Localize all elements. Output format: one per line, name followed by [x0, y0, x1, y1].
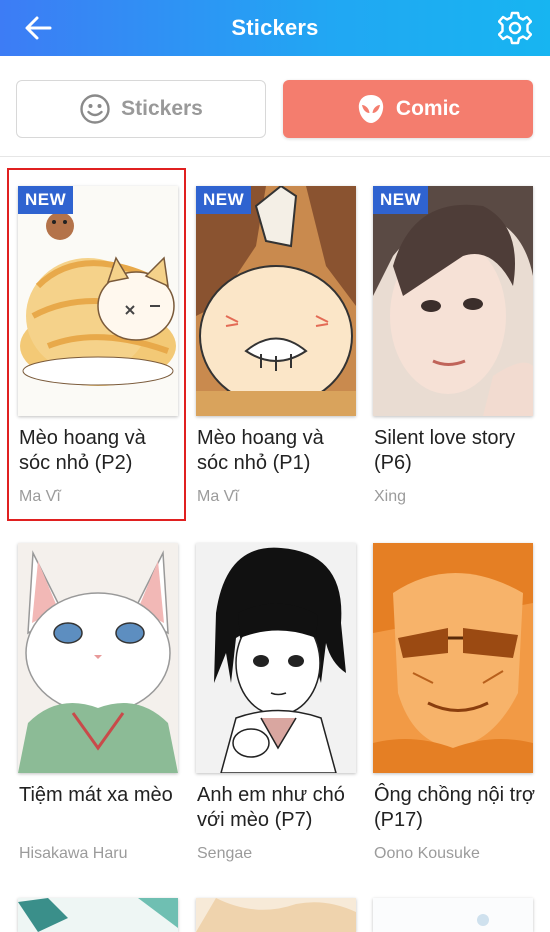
comic-author: Ma Vĩ — [197, 488, 239, 505]
app-bar: Stickers — [0, 0, 550, 56]
comic-cover[interactable] — [196, 543, 356, 773]
comic-cover[interactable] — [18, 898, 178, 932]
comic-title[interactable]: Ông chồng nội trợ (P17) — [374, 783, 536, 833]
smiley-icon — [80, 94, 110, 124]
page-title: Stickers — [231, 15, 319, 40]
comic-author: Oono Kousuke — [374, 845, 480, 862]
comic-title[interactable]: Mèo hoang và sóc nhỏ (P2) — [19, 426, 181, 476]
comic-cover[interactable] — [373, 898, 533, 932]
comic-author: Sengae — [197, 845, 253, 862]
back-arrow-icon[interactable] — [22, 12, 54, 44]
comic-title[interactable]: Anh em như chó với mèo (P7) — [197, 783, 359, 833]
comic-title[interactable]: Mèo hoang và sóc nhỏ (P1) — [197, 426, 359, 476]
comic-author: Xing — [374, 488, 407, 505]
new-badge: NEW — [196, 186, 252, 214]
gear-icon[interactable] — [498, 11, 532, 45]
comic-author: Hisakawa Haru — [19, 845, 128, 862]
tab-comic[interactable]: Comic — [283, 80, 533, 138]
tab-stickers-label: Stickers — [121, 97, 203, 120]
comic-cover[interactable] — [196, 898, 356, 932]
tab-bar: Stickers Comic — [0, 56, 550, 157]
comic-cover[interactable]: NEW — [18, 186, 178, 416]
comic-cover[interactable] — [373, 543, 533, 773]
tab-stickers[interactable]: Stickers — [16, 80, 266, 138]
new-badge: NEW — [373, 186, 429, 214]
comic-title[interactable]: Tiệm mát xa mèo — [19, 783, 181, 808]
comic-cover[interactable]: NEW — [196, 186, 356, 416]
comic-cover[interactable] — [18, 543, 178, 773]
alien-mask-icon — [358, 95, 384, 123]
tab-comic-label: Comic — [395, 97, 461, 120]
new-badge: NEW — [18, 186, 74, 214]
comic-cover[interactable]: NEW — [373, 186, 533, 416]
comic-title[interactable]: Silent love story (P6) — [374, 426, 536, 476]
comic-author: Ma Vĩ — [19, 488, 61, 505]
